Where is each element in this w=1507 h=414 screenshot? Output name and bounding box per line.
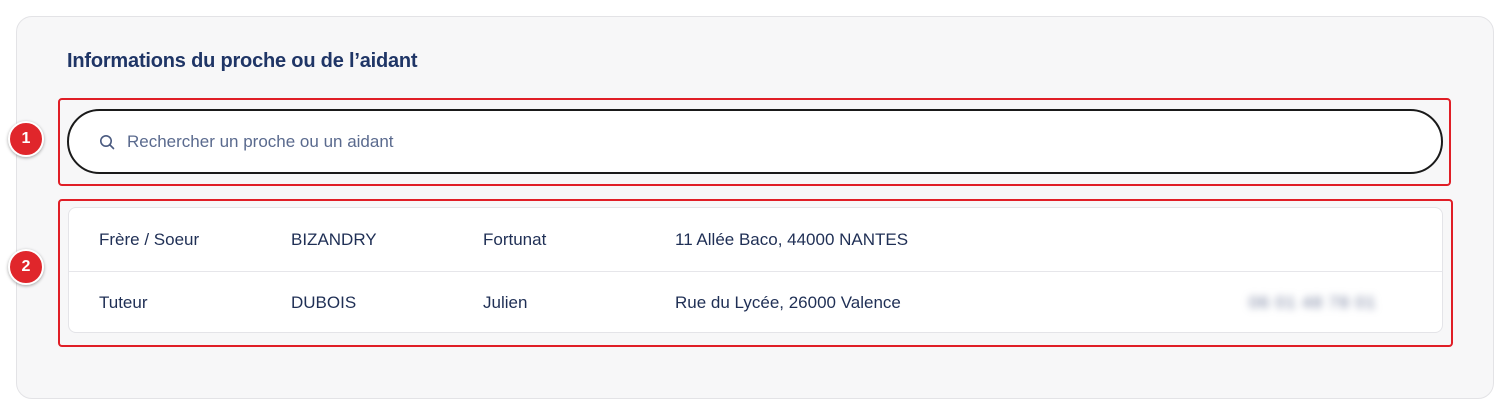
contact-first-name: Fortunat (483, 229, 547, 249)
search-icon (100, 134, 115, 149)
contacts-list: Frère / Soeur BIZANDRY Fortunat 11 Allée… (68, 207, 1443, 333)
contact-relation: Tuteur (99, 293, 148, 312)
contact-phone-blurred: 06 01 48 78 01 (1249, 293, 1377, 312)
annotation-badge-1: 1 (8, 121, 44, 157)
contact-address: 11 Allée Baco, 44000 NANTES (675, 229, 909, 249)
contact-row[interactable]: Tuteur DUBOIS Julien Rue du Lycée, 26000… (69, 271, 1442, 332)
annotation-badge-2: 2 (8, 249, 44, 285)
search-input[interactable] (127, 131, 1327, 152)
contact-last-name: BIZANDRY (291, 229, 377, 249)
search-field[interactable] (67, 109, 1443, 174)
contact-first-name: Julien (483, 293, 528, 312)
section-title: Informations du proche ou de l’aidant (67, 50, 418, 72)
contact-address: Rue du Lycée, 26000 Valence (675, 293, 901, 312)
contact-row[interactable]: Frère / Soeur BIZANDRY Fortunat 11 Allée… (69, 208, 1442, 271)
contact-relation: Frère / Soeur (99, 229, 200, 249)
contact-last-name: DUBOIS (291, 293, 357, 312)
